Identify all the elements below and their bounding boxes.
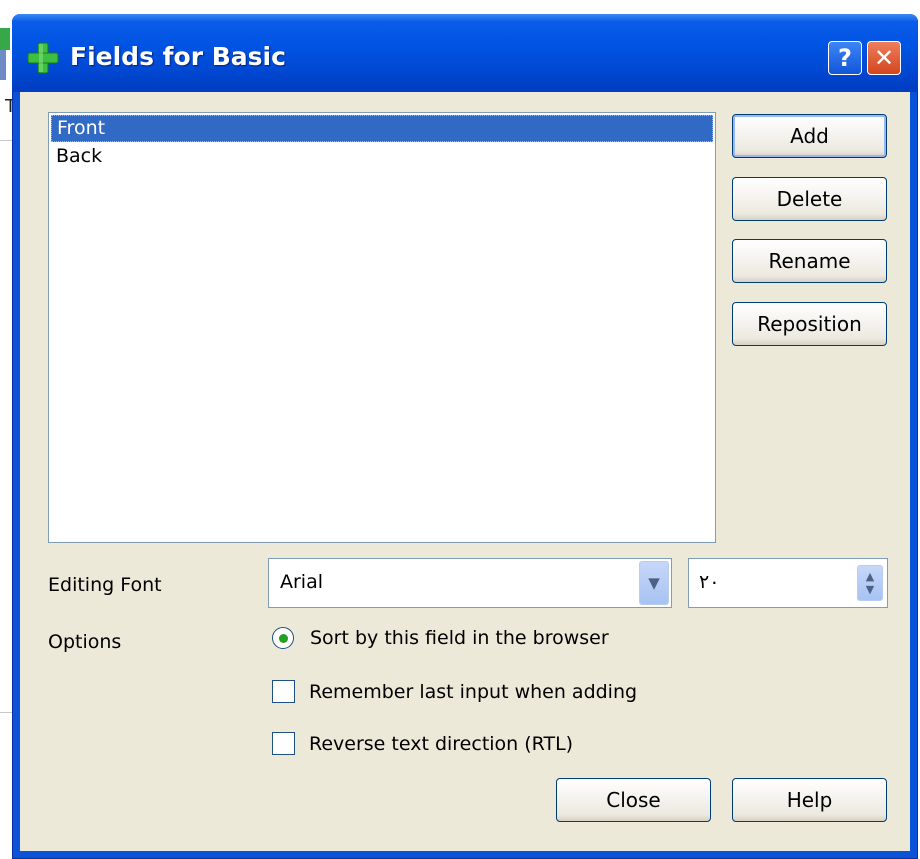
- background-scroll-element: [0, 50, 6, 80]
- rename-button[interactable]: Rename: [732, 239, 887, 283]
- font-select[interactable]: Arial ▼: [268, 558, 672, 608]
- help-button[interactable]: Help: [732, 778, 887, 822]
- remember-last-input-option[interactable]: Remember last input when adding: [272, 680, 637, 703]
- help-title-button[interactable]: ?: [828, 41, 862, 75]
- list-item-front[interactable]: Front: [51, 115, 713, 142]
- radio-selected-icon: [278, 633, 288, 643]
- dialog-body: Front Back Add Delete Rename Reposition …: [20, 92, 910, 851]
- editing-font-label: Editing Font: [48, 574, 162, 596]
- delete-button[interactable]: Delete: [732, 177, 887, 221]
- fields-dialog: Fields for Basic ? ✕ Front Back Add Dele…: [12, 14, 918, 859]
- chevron-down-icon[interactable]: ▼: [639, 561, 669, 605]
- window-title: Fields for Basic: [70, 42, 286, 71]
- remember-last-input-label: Remember last input when adding: [309, 680, 638, 703]
- background-green-element: [0, 28, 10, 50]
- plus-icon: [27, 42, 59, 74]
- close-button[interactable]: Close: [556, 778, 711, 822]
- sort-by-field-label: Sort by this field in the browser: [310, 627, 609, 649]
- question-icon: ?: [838, 44, 852, 72]
- list-item-back[interactable]: Back: [49, 142, 715, 171]
- options-label: Options: [48, 631, 122, 653]
- close-title-button[interactable]: ✕: [867, 41, 901, 75]
- sort-radio[interactable]: [272, 627, 294, 649]
- spin-arrows-icon[interactable]: ▲ ▼: [857, 565, 883, 601]
- reposition-button[interactable]: Reposition: [732, 302, 887, 346]
- sort-by-field-option[interactable]: Sort by this field in the browser: [272, 627, 609, 649]
- font-select-value: Arial: [280, 571, 324, 593]
- font-size-value: ٢٠: [699, 571, 720, 593]
- close-icon: ✕: [873, 44, 895, 72]
- fields-list[interactable]: Front Back: [48, 112, 716, 543]
- remember-checkbox[interactable]: [272, 680, 295, 703]
- reverse-text-label: Reverse text direction (RTL): [309, 732, 574, 755]
- rtl-checkbox[interactable]: [272, 732, 295, 755]
- title-bar[interactable]: Fields for Basic ? ✕: [12, 14, 918, 92]
- add-button[interactable]: Add: [732, 114, 887, 158]
- reverse-text-option[interactable]: Reverse text direction (RTL): [272, 732, 573, 755]
- font-size-spinbox[interactable]: ٢٠ ▲ ▼: [688, 558, 888, 608]
